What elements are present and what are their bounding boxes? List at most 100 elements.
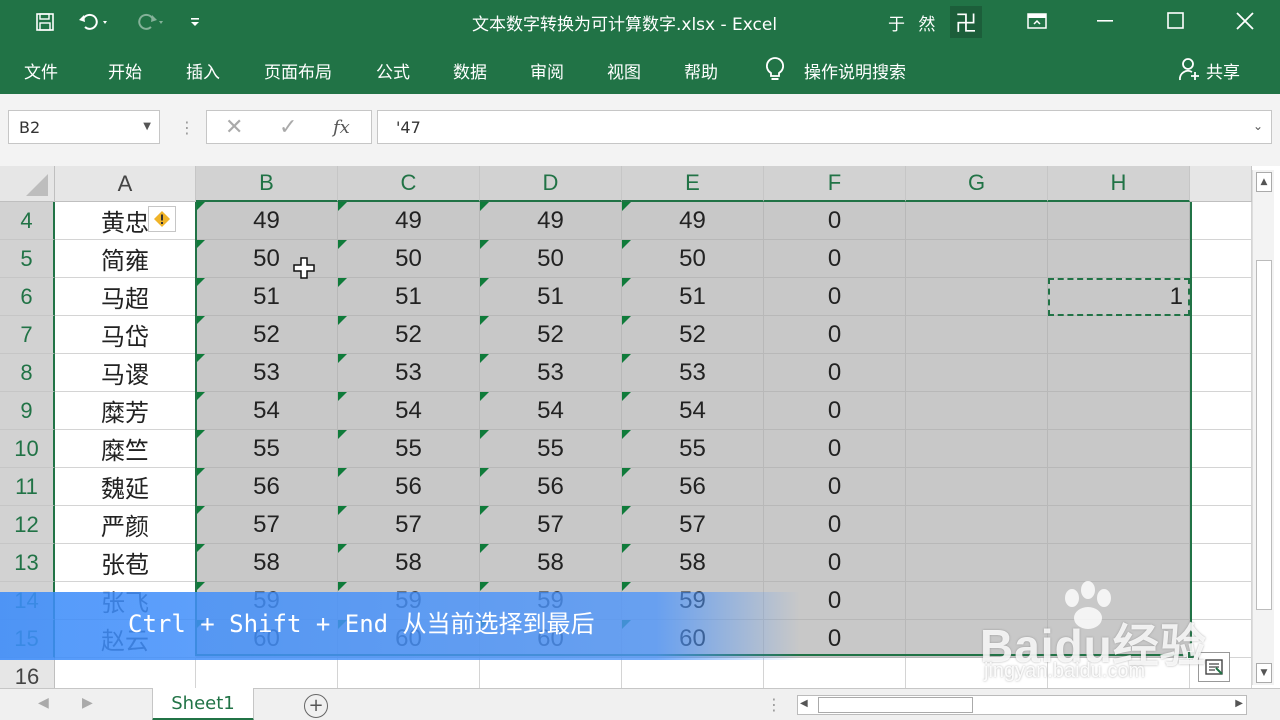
cell-b[interactable]: 51 bbox=[196, 278, 338, 316]
column-header-f[interactable]: F bbox=[764, 166, 906, 202]
cell-h[interactable] bbox=[1048, 506, 1190, 544]
cell-b[interactable]: 53 bbox=[196, 354, 338, 392]
cell-filler[interactable] bbox=[1190, 506, 1252, 544]
cell-f[interactable]: 0 bbox=[764, 430, 906, 468]
cell-name[interactable]: 马超 bbox=[55, 278, 196, 316]
vertical-scroll-thumb[interactable] bbox=[1256, 260, 1272, 610]
column-header-c[interactable]: C bbox=[338, 166, 480, 202]
cell-g[interactable] bbox=[906, 278, 1048, 316]
cell-name[interactable]: 魏延 bbox=[55, 468, 196, 506]
chevron-down-icon[interactable]: ▼ bbox=[143, 121, 151, 132]
cell-b[interactable]: 58 bbox=[196, 544, 338, 582]
cell-f[interactable]: 0 bbox=[764, 316, 906, 354]
name-box[interactable]: B2 ▼ bbox=[8, 110, 160, 144]
column-header-b[interactable]: B bbox=[196, 166, 338, 202]
cell-e[interactable]: 57 bbox=[622, 506, 764, 544]
cancel-icon[interactable]: ✕ bbox=[225, 115, 243, 140]
scroll-up-icon[interactable]: ▲ bbox=[1256, 172, 1272, 192]
cell-e[interactable]: 54 bbox=[622, 392, 764, 430]
drag-handle-icon[interactable]: ⋮ bbox=[179, 118, 195, 137]
cell-g[interactable] bbox=[906, 506, 1048, 544]
cell-h[interactable]: 1 bbox=[1048, 278, 1190, 316]
cell-g[interactable] bbox=[906, 316, 1048, 354]
close-icon[interactable] bbox=[1222, 6, 1268, 36]
cell-b[interactable]: 50 bbox=[196, 240, 338, 278]
cell-h[interactable] bbox=[1048, 544, 1190, 582]
cell-b[interactable]: 52 bbox=[196, 316, 338, 354]
save-icon[interactable] bbox=[30, 8, 60, 36]
tab-file[interactable]: 文件 bbox=[24, 58, 58, 83]
tab-data[interactable]: 数据 bbox=[453, 58, 487, 83]
cell-g[interactable] bbox=[906, 430, 1048, 468]
cell-filler[interactable] bbox=[1190, 278, 1252, 316]
cell-h[interactable] bbox=[1048, 468, 1190, 506]
cell-e[interactable]: 49 bbox=[622, 202, 764, 240]
tab-formulas[interactable]: 公式 bbox=[376, 58, 410, 83]
add-sheet-icon[interactable]: + bbox=[304, 694, 328, 718]
cell-e[interactable]: 56 bbox=[622, 468, 764, 506]
row-header[interactable]: 9 bbox=[0, 392, 55, 430]
cell-c[interactable]: 53 bbox=[338, 354, 480, 392]
cell-filler[interactable] bbox=[1190, 354, 1252, 392]
error-warning-icon[interactable] bbox=[148, 206, 176, 232]
prev-sheet-icon[interactable]: ◀ bbox=[38, 695, 49, 711]
cell-f[interactable]: 0 bbox=[764, 354, 906, 392]
cell-f[interactable]: 0 bbox=[764, 240, 906, 278]
cell-g[interactable] bbox=[906, 468, 1048, 506]
undo-icon[interactable] bbox=[72, 8, 116, 36]
cell-h[interactable] bbox=[1048, 316, 1190, 354]
tell-me-search[interactable]: 操作说明搜索 bbox=[804, 58, 906, 83]
cell-c[interactable]: 54 bbox=[338, 392, 480, 430]
share-button[interactable]: 共享 bbox=[1206, 58, 1240, 83]
sheet-tab-sheet1[interactable]: Sheet1 bbox=[152, 688, 254, 720]
formula-input[interactable]: '47 ⌄ bbox=[377, 110, 1272, 144]
cell-filler[interactable] bbox=[1190, 468, 1252, 506]
select-all-corner[interactable] bbox=[0, 166, 55, 202]
tab-page-layout[interactable]: 页面布局 bbox=[264, 58, 332, 83]
cell-c[interactable]: 55 bbox=[338, 430, 480, 468]
cell-g[interactable] bbox=[906, 544, 1048, 582]
redo-icon[interactable] bbox=[128, 8, 172, 36]
tab-help[interactable]: 帮助 bbox=[684, 58, 718, 83]
cell-f[interactable]: 0 bbox=[764, 202, 906, 240]
cell-filler[interactable] bbox=[1190, 430, 1252, 468]
cell-filler[interactable] bbox=[1190, 544, 1252, 582]
cell-d[interactable]: 52 bbox=[480, 316, 622, 354]
cell-c[interactable]: 49 bbox=[338, 202, 480, 240]
row-header[interactable]: 6 bbox=[0, 278, 55, 316]
cell-d[interactable]: 51 bbox=[480, 278, 622, 316]
cell-g[interactable] bbox=[906, 240, 1048, 278]
cell-e[interactable]: 55 bbox=[622, 430, 764, 468]
cell-b[interactable]: 57 bbox=[196, 506, 338, 544]
horizontal-scroll-thumb[interactable] bbox=[818, 697, 973, 713]
cell-d[interactable]: 55 bbox=[480, 430, 622, 468]
row-header[interactable]: 11 bbox=[0, 468, 55, 506]
share-icon[interactable] bbox=[1178, 56, 1202, 87]
cell-h[interactable] bbox=[1048, 354, 1190, 392]
insert-function-button[interactable]: fx bbox=[333, 117, 350, 138]
maximize-icon[interactable] bbox=[1153, 6, 1199, 36]
cell-h[interactable] bbox=[1048, 240, 1190, 278]
tab-insert[interactable]: 插入 bbox=[186, 58, 220, 83]
column-header-d[interactable]: D bbox=[480, 166, 622, 202]
cell-g[interactable] bbox=[906, 354, 1048, 392]
ribbon-display-options-icon[interactable] bbox=[1014, 6, 1060, 36]
cell-e[interactable]: 50 bbox=[622, 240, 764, 278]
cell-filler[interactable] bbox=[1190, 240, 1252, 278]
tab-review[interactable]: 审阅 bbox=[530, 58, 564, 83]
column-header-g[interactable]: G bbox=[906, 166, 1048, 202]
cell-name[interactable]: 糜芳 bbox=[55, 392, 196, 430]
horizontal-scrollbar[interactable]: ◀ ▶ bbox=[797, 695, 1247, 715]
cell-d[interactable]: 49 bbox=[480, 202, 622, 240]
row-header[interactable]: 4 bbox=[0, 202, 55, 240]
column-header-h[interactable]: H bbox=[1048, 166, 1190, 202]
cell-f[interactable]: 0 bbox=[764, 544, 906, 582]
cell-f[interactable]: 0 bbox=[764, 468, 906, 506]
cell-b[interactable]: 54 bbox=[196, 392, 338, 430]
cell-g[interactable] bbox=[906, 392, 1048, 430]
cell-h[interactable] bbox=[1048, 202, 1190, 240]
customize-qat-icon[interactable] bbox=[184, 8, 206, 36]
cell-c[interactable]: 58 bbox=[338, 544, 480, 582]
cell-f[interactable]: 0 bbox=[764, 278, 906, 316]
avatar[interactable]: 卍 bbox=[950, 6, 982, 38]
